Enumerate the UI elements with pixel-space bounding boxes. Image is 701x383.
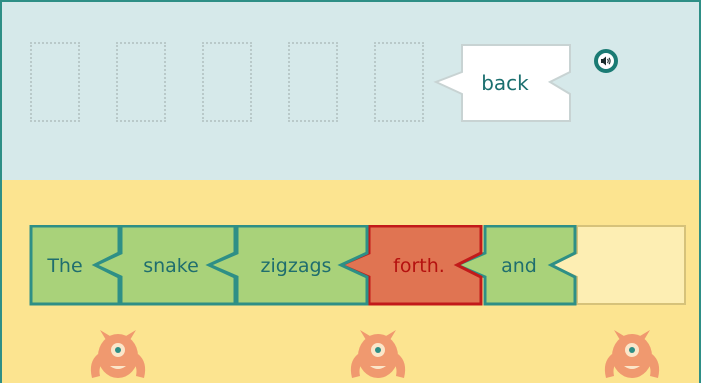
word-card-label: back <box>481 71 529 95</box>
empty-slot[interactable] <box>30 42 80 122</box>
monster-icon <box>346 326 410 383</box>
empty-slot[interactable] <box>374 42 424 122</box>
sentence-bar: The snake zigzags forth. and <box>29 225 689 306</box>
empty-slot[interactable] <box>202 42 252 122</box>
game-frame: back The snake zigzags forth. and <box>0 0 701 383</box>
monster-icon <box>600 326 664 383</box>
word-tile-forth[interactable]: forth. <box>371 225 467 306</box>
word-card-back[interactable]: back <box>432 44 572 122</box>
word-tile-zigzags[interactable]: zigzags <box>241 225 351 306</box>
speaker-icon[interactable] <box>594 49 618 73</box>
word-tile-the[interactable]: The <box>33 225 97 306</box>
empty-word-slot[interactable] <box>579 225 683 306</box>
word-tile-snake[interactable]: snake <box>123 225 219 306</box>
empty-slot[interactable] <box>116 42 166 122</box>
word-tile-and[interactable]: and <box>487 225 551 306</box>
answer-area: back <box>2 2 699 180</box>
empty-slot[interactable] <box>288 42 338 122</box>
monster-icon <box>86 326 150 383</box>
